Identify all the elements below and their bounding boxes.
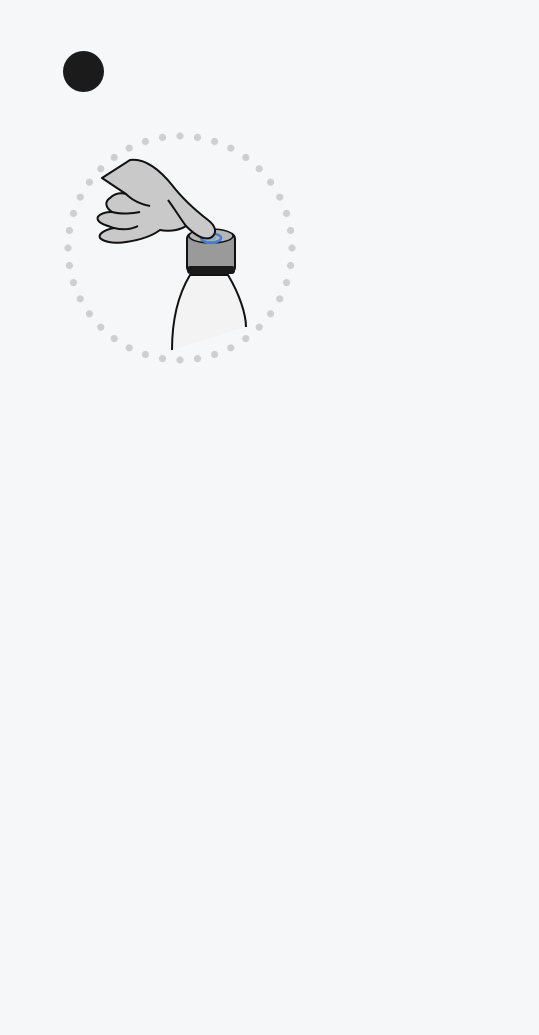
- hand-illustration: [96, 158, 216, 244]
- circle-dot: [227, 344, 235, 352]
- circle-dot: [64, 244, 72, 252]
- circle-dot: [141, 137, 149, 146]
- circle-dot: [267, 178, 275, 186]
- circle-dot: [227, 144, 235, 152]
- circle-dot: [65, 226, 73, 235]
- circle-dot: [282, 209, 291, 217]
- circle-dot: [85, 178, 93, 186]
- circle-dot: [69, 209, 78, 217]
- circle-dot: [110, 153, 118, 161]
- circle-dot: [242, 335, 250, 343]
- circle-dot: [97, 165, 105, 173]
- circle-dot: [176, 356, 184, 364]
- circle-dot: [110, 335, 118, 343]
- step-number-badge: [63, 51, 104, 92]
- instruction-screen: [0, 0, 539, 1035]
- circle-dot: [255, 323, 263, 331]
- circle-dot: [287, 261, 295, 270]
- circle-dot: [255, 165, 263, 173]
- press-cap-icon: [64, 132, 296, 364]
- circle-dot: [141, 350, 149, 359]
- circle-dot: [211, 137, 219, 146]
- circle-dot: [85, 310, 93, 318]
- circle-dot: [287, 226, 295, 235]
- circle-dot: [125, 144, 133, 152]
- circle-dot: [158, 355, 167, 363]
- circle-dot: [158, 133, 167, 141]
- circle-dot: [76, 295, 84, 303]
- circle-dot: [276, 193, 284, 201]
- bottle-outline: [171, 274, 247, 351]
- circle-dot: [276, 295, 284, 303]
- circle-dot: [282, 279, 291, 287]
- circle-dot: [125, 344, 133, 352]
- circle-dot: [65, 261, 73, 270]
- circle-dot: [288, 244, 296, 252]
- circle-dot: [176, 132, 184, 140]
- press-cap-button-illustration: [60, 130, 300, 370]
- circle-dot: [193, 355, 202, 363]
- circle-dot: [97, 323, 105, 331]
- circle-dot: [193, 133, 202, 141]
- circle-dot: [267, 310, 275, 318]
- circle-dot: [76, 193, 84, 201]
- circle-dot: [69, 279, 78, 287]
- circle-dot: [242, 153, 250, 161]
- circle-dot: [211, 350, 219, 359]
